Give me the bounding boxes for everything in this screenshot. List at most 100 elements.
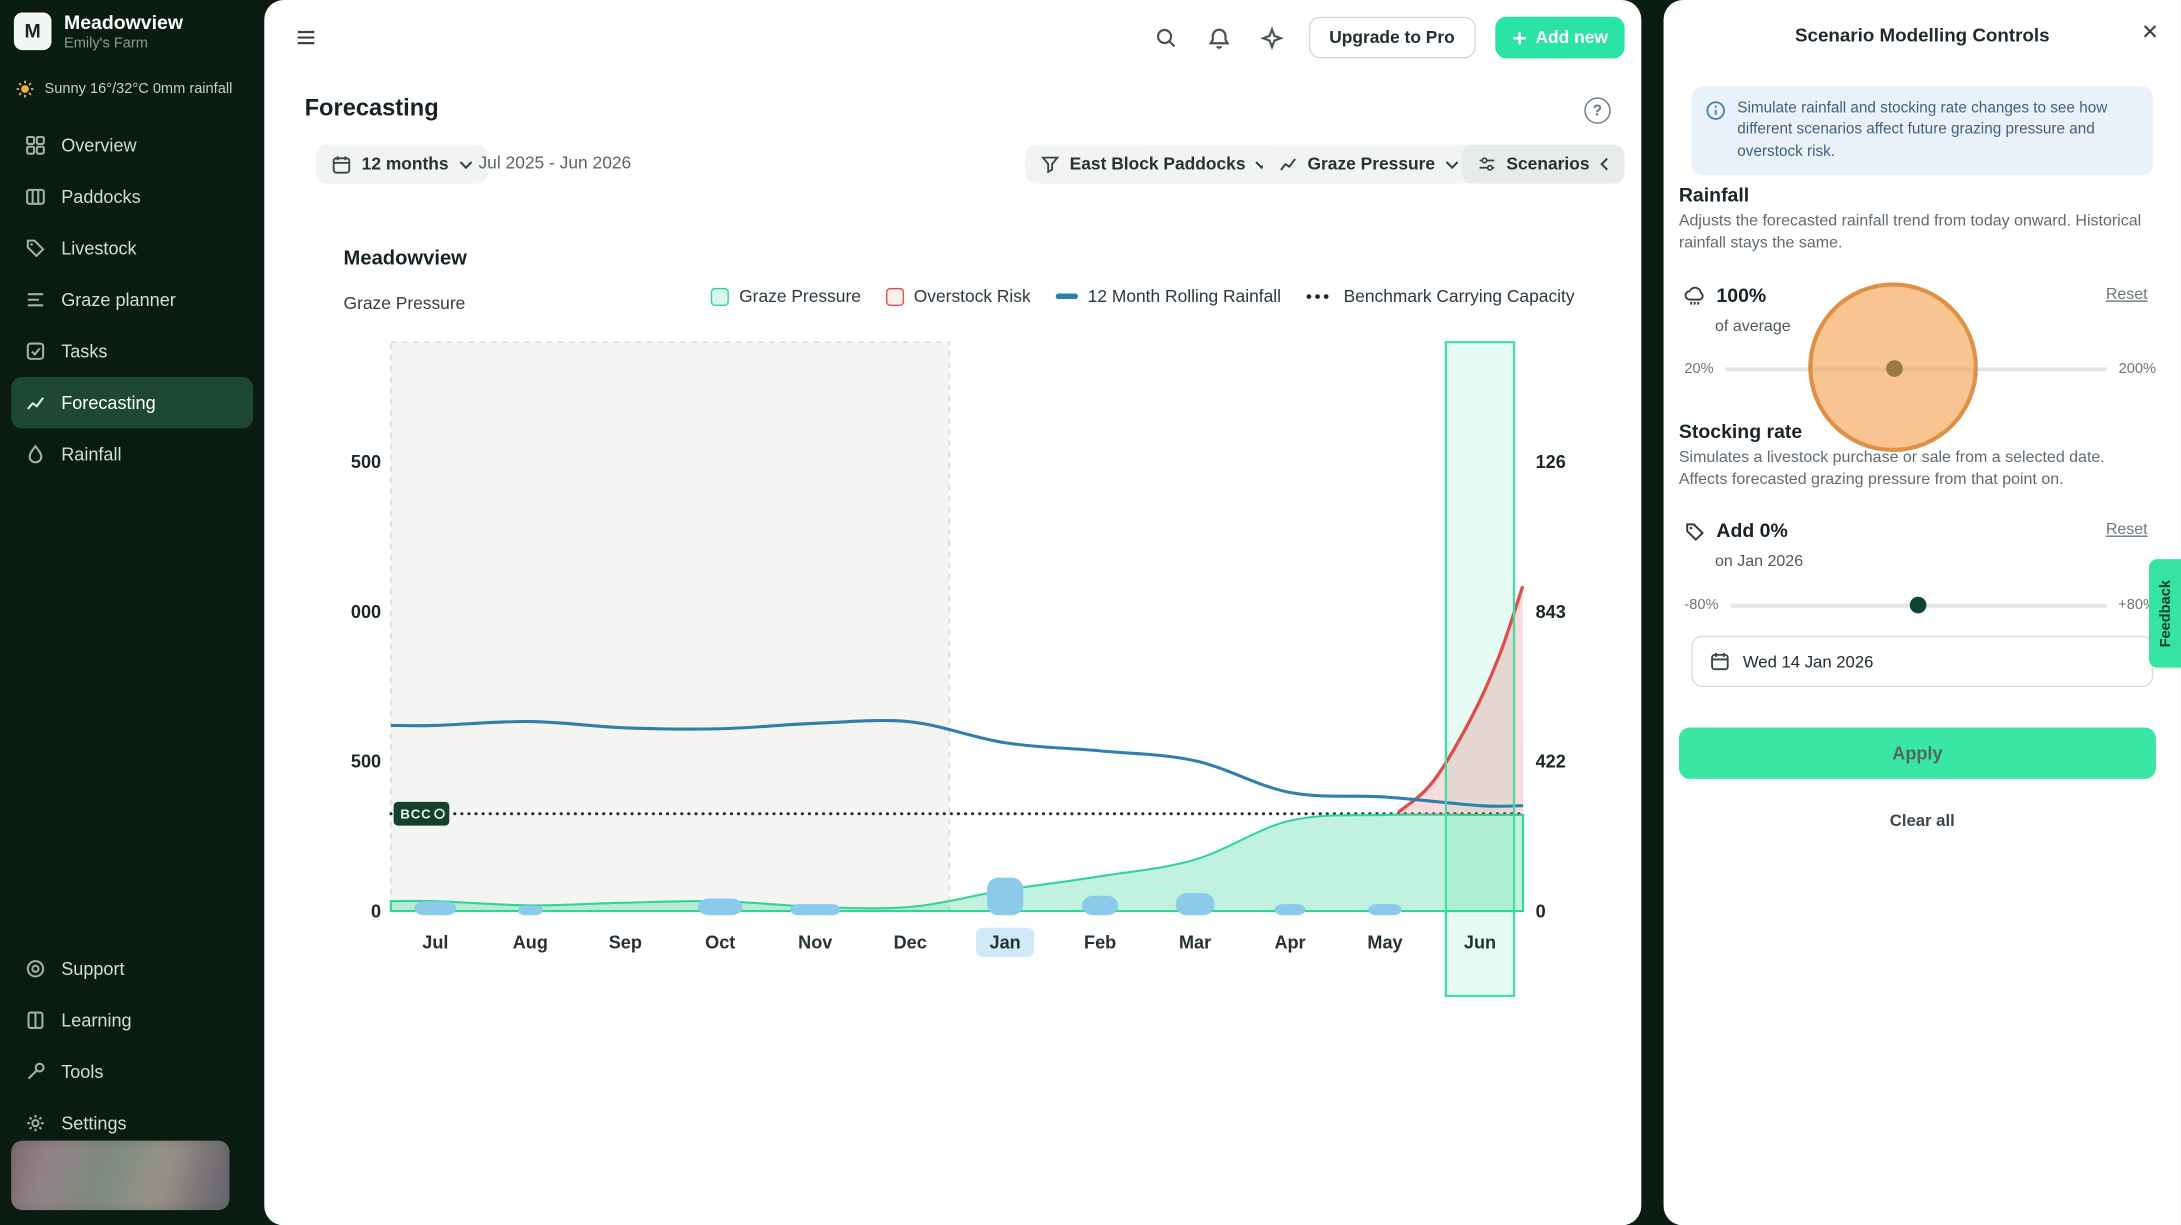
info-icon [1705,100,1726,163]
info-banner: Simulate rainfall and stocking rate chan… [1691,86,2153,175]
date-range-label: Jul 2025 - Jun 2026 [478,153,631,172]
rainfall-reset-link[interactable]: Reset [2106,287,2148,304]
legend-label: Overstock Risk [914,287,1031,306]
stocking-slider-track[interactable] [1730,603,2107,607]
farm-subtitle: Emily's Farm [64,34,183,51]
y-axis-title: Graze Pressure [344,293,466,312]
sidebar-item-label: Learning [61,1010,131,1031]
sidebar-item-graze-planner[interactable]: Graze planner [11,274,253,325]
apply-button[interactable]: Apply [1679,727,2156,778]
stocking-value-row: Add 0% Reset [1684,519,2147,543]
metric-filter[interactable]: Graze Pressure [1263,145,1474,184]
farm-header: M Meadowview Emily's Farm [14,11,183,51]
add-new-button[interactable]: Add new [1495,17,1624,59]
feedback-label: Feedback [2157,580,2174,647]
feedback-tab[interactable]: Feedback [2149,559,2181,667]
scenarios-label: Scenarios [1506,154,1589,173]
stocking-date-field[interactable]: Wed 14 Jan 2026 [1691,636,2153,687]
stocking-description: Simulates a livestock purchase or sale f… [1679,448,2145,491]
svg-text:500: 500 [351,452,381,472]
legend-overstock-risk[interactable]: Overstock Risk [886,287,1031,306]
rainfall-value-sub: of average [1715,319,1791,336]
scenario-panel: Scenario Modelling Controls ✕ Simulate r… [1664,0,2181,1225]
clear-all-link[interactable]: Clear all [1664,811,2181,830]
svg-text:May: May [1367,933,1402,953]
rainfall-slider-track[interactable] [1725,367,2108,371]
stocking-value-sub: on Jan 2026 [1715,554,1803,571]
svg-text:500: 500 [351,752,381,772]
weather-text: Sunny 16°/32°C 0mm rainfall [45,81,233,98]
calendar-icon [331,154,352,175]
search-icon[interactable] [1150,21,1183,54]
columns-icon [25,186,46,207]
bell-icon[interactable] [1203,21,1236,54]
help-icon[interactable]: ? [1584,97,1610,123]
sparkles-icon[interactable] [1255,21,1288,54]
sidebar-item-support[interactable]: Support [11,943,253,994]
sidebar-item-label: Support [61,958,124,979]
svg-text:Oct: Oct [705,933,735,953]
sidebar-item-label: Livestock [61,238,136,259]
stocking-heading: Stocking rate [1679,420,1802,442]
sidebar-item-livestock[interactable]: Livestock [11,223,253,274]
legend-label: Benchmark Carrying Capacity [1344,287,1575,306]
svg-text:Jul: Jul [422,933,448,953]
svg-text:Apr: Apr [1274,933,1305,953]
scenarios-toggle[interactable]: Scenarios [1462,145,1624,184]
app-root: M Meadowview Emily's Farm Sunny 16°/32°C… [0,0,2181,1225]
period-filter[interactable]: 12 months [316,145,488,184]
stocking-slider-min: -80% [1684,597,1718,614]
sidebar-item-forecasting[interactable]: Forecasting [11,377,253,428]
rainfall-slider: 20% 200% [1684,360,2156,377]
close-icon[interactable]: ✕ [2141,19,2158,44]
rainfall-slider-min: 20% [1684,360,1713,377]
calendar-icon [1709,651,1730,672]
legend-label: Graze Pressure [739,287,861,306]
sidebar: M Meadowview Emily's Farm Sunny 16°/32°C… [0,0,264,1225]
paddocks-label: East Block Paddocks [1070,154,1246,173]
tag-icon [25,238,46,259]
sidebar-item-label: Tasks [61,341,107,362]
farm-name: Meadowview [64,11,183,34]
legend-rolling-rainfall[interactable]: 12 Month Rolling Rainfall [1056,287,1281,306]
sidebar-footer-nav: Support Learning Tools Settings [11,943,253,1149]
book-icon [25,1010,46,1031]
droplet-icon [25,444,46,465]
stocking-slider: -80% +80% [1684,597,2156,614]
upgrade-to-pro-button[interactable]: Upgrade to Pro [1308,17,1475,59]
weather-summary: Sunny 16°/32°C 0mm rainfall [15,79,232,98]
stocking-slider-handle[interactable] [1910,597,1927,614]
sidebar-item-tasks[interactable]: Tasks [11,325,253,376]
legend-graze-pressure[interactable]: Graze Pressure [711,287,861,306]
stocking-reset-link[interactable]: Reset [2106,522,2148,539]
sidebar-item-overview[interactable]: Overview [11,120,253,171]
legend-benchmark[interactable]: Benchmark Carrying Capacity [1306,287,1575,306]
cloud-rain-icon [1684,287,1705,308]
hamburger-menu-icon[interactable] [289,21,322,54]
sidebar-item-paddocks[interactable]: Paddocks [11,171,253,222]
period-label: 12 months [362,154,449,173]
main-content: Upgrade to Pro Add new Forecasting ? 12 … [264,0,1641,1225]
sidebar-nav: Overview Paddocks Livestock Graze planne… [11,120,253,480]
svg-text:Jun: Jun [1464,933,1496,953]
sidebar-item-tools[interactable]: Tools [11,1046,253,1097]
graze-pressure-swatch [711,287,729,305]
rainfall-value: 100% [1716,284,1766,306]
sidebar-item-rainfall[interactable]: Rainfall [11,428,253,479]
rainfall-slider-handle[interactable] [1886,360,1903,377]
paddocks-filter[interactable]: East Block Paddocks [1025,145,1284,184]
line-chart-icon [25,392,46,413]
topbar: Upgrade to Pro Add new [264,0,1641,75]
lifebuoy-icon [25,958,46,979]
add-new-label: Add new [1535,28,1607,47]
funnel-icon [1040,154,1059,173]
chart-title: Meadowview [344,248,467,270]
sidebar-item-learning[interactable]: Learning [11,995,253,1046]
svg-text:843: 843 [1536,602,1566,622]
stocking-value: Add 0% [1716,519,1787,541]
sidebar-item-label: Paddocks [61,186,140,207]
svg-text:0: 0 [1536,901,1546,921]
wrench-icon [25,1061,46,1082]
sidebar-item-label: Forecasting [61,392,155,413]
user-profile-redacted [11,1141,229,1211]
